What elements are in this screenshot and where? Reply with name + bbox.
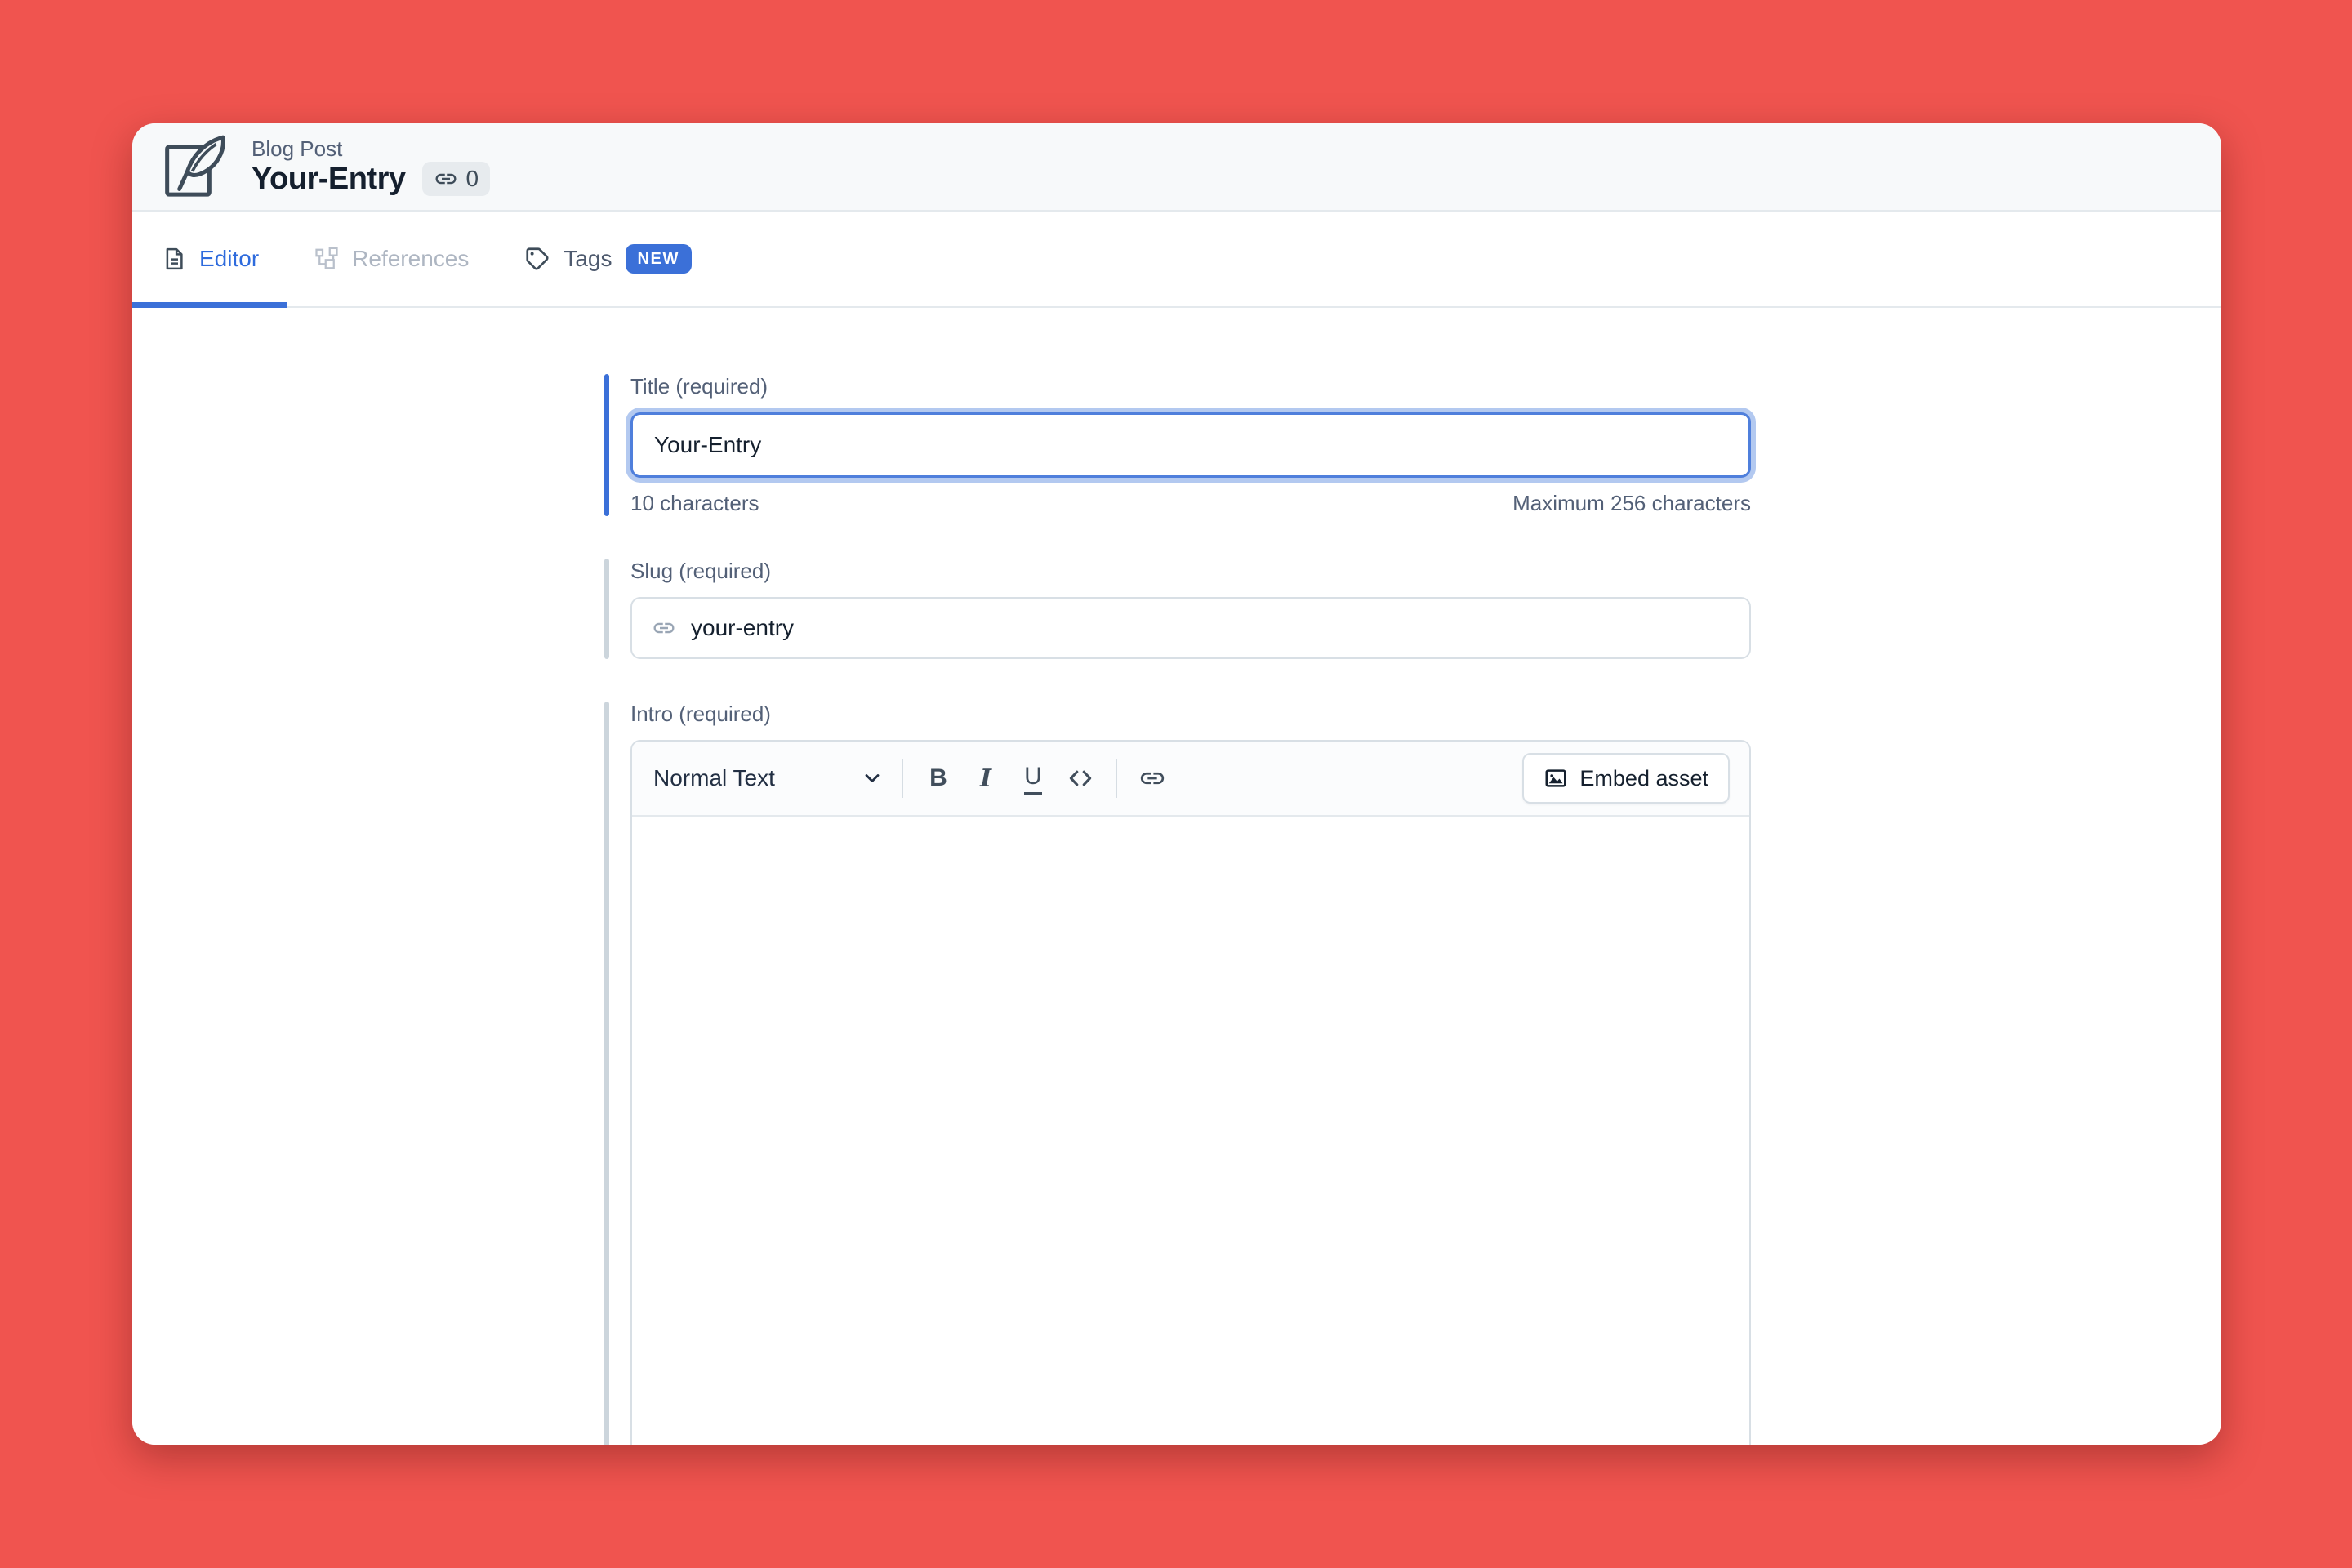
- rich-text-editor: Normal Text B: [630, 740, 1751, 1445]
- intro-field-group: Intro (required) Normal Text: [604, 702, 1751, 1445]
- link-icon: [434, 167, 458, 191]
- document-icon: [162, 247, 186, 271]
- link-icon: [652, 616, 676, 640]
- hyperlink-button[interactable]: [1129, 754, 1176, 803]
- rich-text-toolbar: Normal Text B: [632, 742, 1749, 817]
- links-count: 0: [466, 166, 479, 192]
- intro-field-bar: [604, 702, 609, 1445]
- title-max-hint: Maximum 256 characters: [1512, 491, 1751, 516]
- tab-bar: Editor References Ta: [132, 212, 2221, 308]
- slug-field-label: Slug (required): [630, 559, 1751, 583]
- content-type-label: Blog Post: [252, 136, 490, 161]
- title-field-label: Title (required): [630, 374, 1751, 399]
- code-icon: [1067, 764, 1094, 792]
- italic-glyph: I: [980, 764, 991, 793]
- underline-glyph: U: [1024, 763, 1042, 795]
- toolbar-divider: [902, 759, 903, 798]
- app-background: { "header": { "type_label": "Blog Post",…: [0, 0, 2352, 1568]
- tab-tags[interactable]: Tags NEW: [497, 212, 719, 306]
- title-field-focus-bar: [604, 374, 609, 516]
- links-count-badge[interactable]: 0: [422, 162, 491, 196]
- paragraph-style-value: Normal Text: [653, 765, 775, 791]
- tab-editor[interactable]: Editor: [132, 212, 287, 306]
- entry-header: Blog Post Your-Entry 0: [132, 123, 2221, 212]
- compose-quill-icon: [162, 132, 227, 201]
- entry-editor-card: Blog Post Your-Entry 0: [132, 123, 2221, 1445]
- tab-tags-label: Tags: [564, 246, 612, 272]
- slug-field-group: Slug (required): [604, 559, 1751, 659]
- entry-titles: Blog Post Your-Entry 0: [252, 136, 490, 197]
- title-input[interactable]: [630, 412, 1751, 478]
- code-button[interactable]: [1057, 754, 1104, 803]
- link-icon: [1138, 764, 1166, 792]
- entry-title: Your-Entry: [252, 161, 406, 197]
- tab-references-label: References: [352, 246, 469, 272]
- intro-field-label: Intro (required): [630, 702, 1751, 726]
- slug-field-bar: [604, 559, 609, 659]
- slug-input-wrapper: [630, 597, 1751, 659]
- bold-button[interactable]: B: [915, 754, 962, 803]
- chevron-down-icon: [861, 767, 884, 790]
- embed-asset-button[interactable]: Embed asset: [1522, 753, 1730, 804]
- title-char-count: 10 characters: [630, 491, 760, 516]
- active-tab-indicator: [132, 302, 287, 308]
- paragraph-style-dropdown[interactable]: Normal Text: [653, 754, 890, 803]
- tree-icon: [314, 247, 339, 271]
- underline-button[interactable]: U: [1009, 754, 1057, 803]
- embed-asset-label: Embed asset: [1579, 766, 1708, 791]
- title-field-group: Title (required) 10 characters Maximum 2…: [604, 374, 1751, 516]
- image-icon: [1544, 766, 1568, 791]
- tag-icon: [524, 246, 550, 272]
- rich-text-body[interactable]: [632, 817, 1749, 1445]
- italic-button[interactable]: I: [962, 754, 1009, 803]
- editor-content: Title (required) 10 characters Maximum 2…: [132, 308, 2221, 1445]
- tab-editor-label: Editor: [199, 246, 259, 272]
- slug-input[interactable]: [691, 615, 1730, 641]
- new-feature-badge: NEW: [626, 244, 692, 274]
- tab-references[interactable]: References: [287, 212, 497, 306]
- bold-glyph: B: [929, 764, 947, 792]
- toolbar-divider: [1116, 759, 1117, 798]
